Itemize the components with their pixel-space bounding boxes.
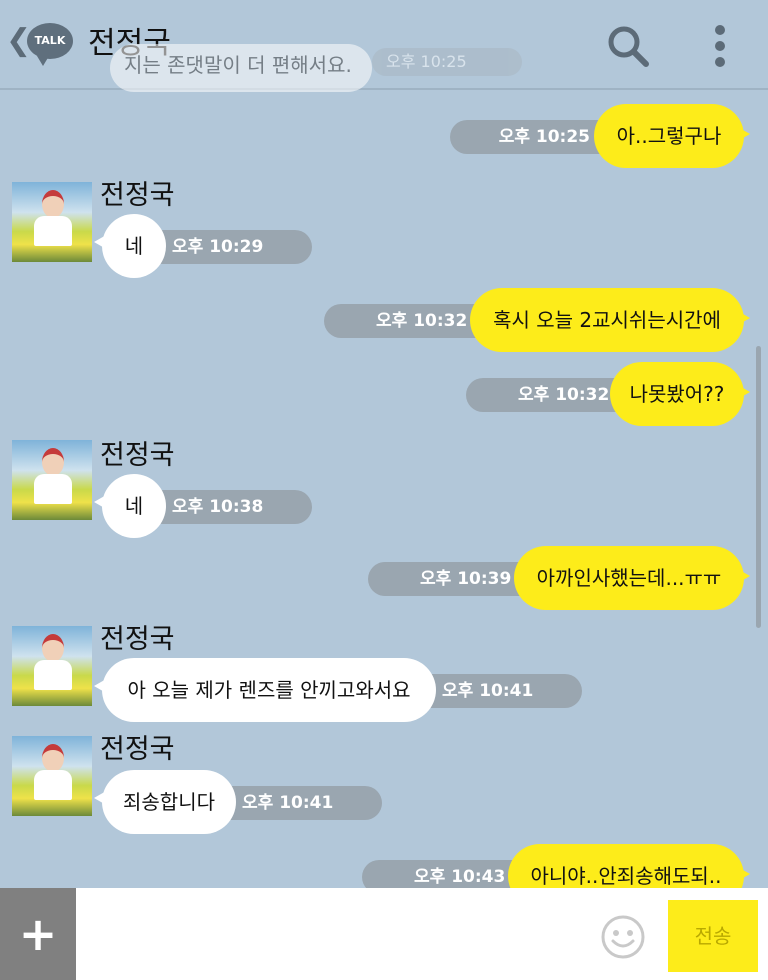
message-time: 오후 10:39 — [368, 562, 538, 596]
previous-message-time: 오후 10:25 — [372, 48, 522, 76]
avatar[interactable] — [12, 626, 92, 706]
outgoing-message[interactable]: 나못봤어?? — [610, 362, 750, 426]
search-icon[interactable] — [604, 22, 652, 70]
outgoing-message[interactable]: 혹시 오늘 2교시쉬는시간에 — [470, 288, 750, 352]
incoming-message[interactable]: 네 — [94, 474, 166, 538]
avatar[interactable] — [12, 182, 92, 262]
outgoing-message[interactable]: 아까인사했는데...ㅠㅠ — [514, 546, 750, 610]
send-button[interactable]: 전송 — [668, 900, 758, 972]
message-time: 오후 10:32 — [324, 304, 494, 338]
sender-name: 전정국 — [100, 180, 175, 211]
message-time: 오후 10:29 — [146, 230, 312, 264]
sender-name: 전정국 — [100, 624, 175, 655]
emoji-icon[interactable] — [600, 914, 646, 960]
incoming-message[interactable]: 네 — [94, 214, 166, 278]
input-bar: + — [0, 888, 768, 980]
previous-message-ghost: 지는 존댓말이 더 편해서요. — [110, 44, 372, 92]
sender-name: 전정국 — [100, 440, 175, 471]
avatar[interactable] — [12, 440, 92, 520]
message-time: 오후 10:38 — [146, 490, 312, 524]
chat-header: ❮ TALK 전정국 지는 존댓말이 더 편해서요. 오후 10:25 — [0, 0, 768, 92]
talk-logo[interactable]: TALK — [27, 23, 73, 66]
incoming-message[interactable]: 아 오늘 제가 렌즈를 안끼고와서요 — [94, 658, 436, 722]
plus-icon[interactable]: + — [0, 888, 76, 980]
outgoing-message[interactable]: 아..그렇구나 — [594, 104, 750, 168]
avatar[interactable] — [12, 736, 92, 816]
scrollbar[interactable] — [756, 346, 761, 628]
incoming-message[interactable]: 죄송합니다 — [94, 770, 236, 834]
more-vert-icon[interactable] — [700, 22, 740, 70]
message-input[interactable] — [88, 902, 592, 968]
message-time: 오후 10:41 — [212, 786, 382, 820]
sender-name: 전정국 — [100, 734, 175, 765]
